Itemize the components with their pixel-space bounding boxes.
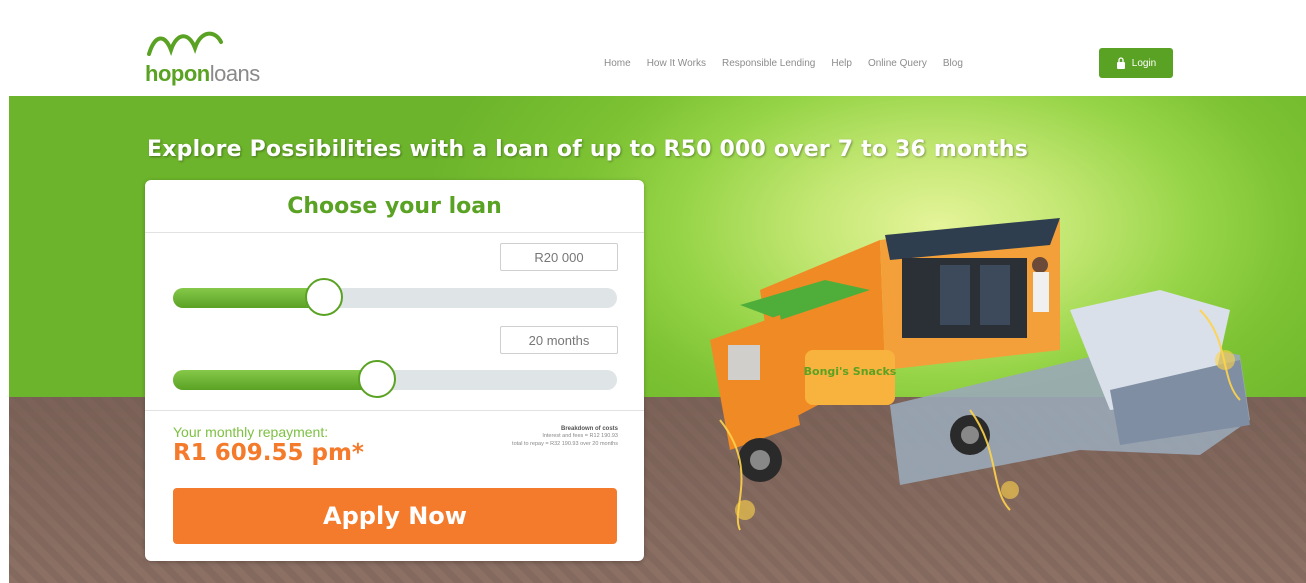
nav-online-query[interactable]: Online Query xyxy=(868,58,927,69)
loan-amount-field[interactable]: R20 000 xyxy=(500,243,618,271)
slider-fill xyxy=(173,370,378,390)
login-label: Login xyxy=(1131,57,1157,69)
van-text: Bongi's Snacks xyxy=(804,365,897,378)
hero-headline: Explore Possibilities with a loan of up … xyxy=(147,137,1029,162)
lock-icon xyxy=(1116,57,1125,69)
loan-amount-slider[interactable] xyxy=(173,278,617,316)
nav-help[interactable]: Help xyxy=(831,58,852,69)
logo-swoosh-icon xyxy=(147,31,223,56)
slider-handle[interactable] xyxy=(304,278,343,316)
loan-term-slider[interactable] xyxy=(173,360,617,398)
panel-divider-top xyxy=(145,232,644,233)
tuk-tuk-illustration: Bongi's Snacks xyxy=(710,218,1250,531)
nav-home[interactable]: Home xyxy=(604,58,631,69)
cost-breakdown: Breakdown of costs Interest and fees = R… xyxy=(512,426,618,448)
nav-responsible-lending[interactable]: Responsible Lending xyxy=(722,58,815,69)
logo-text-strong: hopon xyxy=(145,61,210,86)
repayment-value: R1 609.55 pm* xyxy=(173,440,364,466)
logo-text-light: loans xyxy=(209,61,261,86)
slider-handle[interactable] xyxy=(358,360,397,398)
loan-calculator-panel: Choose your loan R20 000 20 months Your … xyxy=(145,180,644,561)
breakdown-total-repay: total to repay = R32 190.93 over 20 mont… xyxy=(512,441,618,447)
calculator-title: Choose your loan xyxy=(287,194,502,219)
main-nav: Home How It Works Responsible Lending He… xyxy=(604,50,963,76)
login-button[interactable]: Login xyxy=(1099,48,1173,78)
site-header: hoponloans Home How It Works Responsible… xyxy=(0,10,1306,96)
brand-logo[interactable]: hoponloans xyxy=(145,28,285,88)
breakdown-interest-fees: Interest and fees = R12 190.93 xyxy=(542,433,618,439)
logo-text: hoponloans xyxy=(145,61,260,87)
nav-blog[interactable]: Blog xyxy=(943,58,963,69)
slider-fill xyxy=(173,288,324,308)
nav-how-it-works[interactable]: How It Works xyxy=(647,58,706,69)
repayment-label: Your monthly repayment: xyxy=(173,424,329,440)
loan-term-field[interactable]: 20 months xyxy=(500,326,618,354)
panel-divider-bottom xyxy=(145,410,644,411)
apply-now-button[interactable]: Apply Now xyxy=(173,488,617,544)
